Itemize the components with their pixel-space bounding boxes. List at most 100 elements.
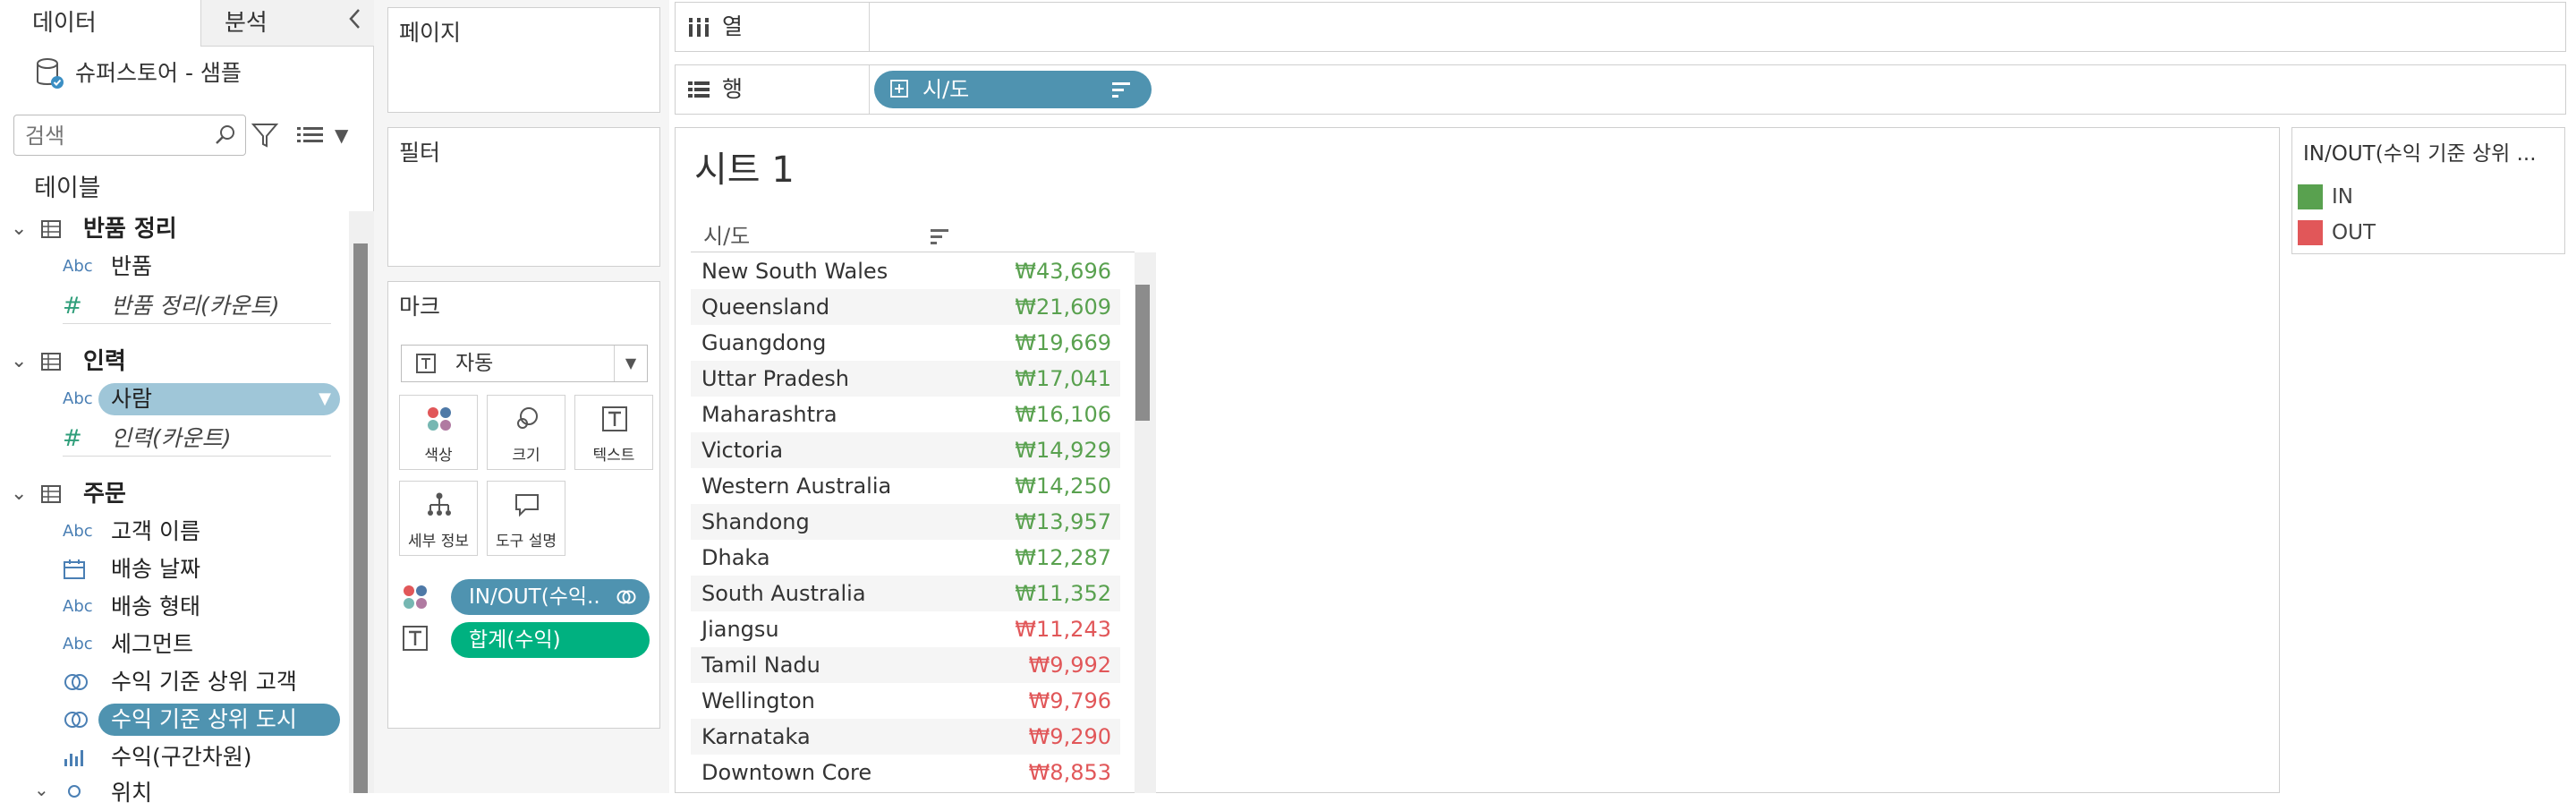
table-row[interactable]: Queensland ₩21,609 — [691, 289, 1120, 325]
state-name[interactable]: Guangdong — [701, 325, 826, 361]
chevron-down-icon[interactable]: ⌄ — [11, 347, 32, 376]
table-row[interactable]: Wellington ₩9,796 — [691, 683, 1120, 719]
sort-descending-icon[interactable] — [1110, 80, 1132, 99]
profit-value[interactable]: ₩11,243 — [1015, 611, 1111, 647]
table-row-people[interactable]: ⌄ 인력 — [0, 344, 349, 380]
state-name[interactable]: South Australia — [701, 576, 866, 611]
field-item-selected[interactable]: 수익 기준 상위 도시 — [0, 702, 349, 738]
table-row[interactable]: Guangdong ₩19,669 — [691, 325, 1120, 361]
mark-type-dropdown[interactable]: 자동 ▼ — [401, 345, 648, 382]
datasource-name[interactable]: 슈퍼스토어 - 샘플 — [75, 55, 242, 91]
profit-value[interactable]: ₩11,352 — [1015, 576, 1111, 611]
profit-value[interactable]: ₩9,290 — [1029, 719, 1111, 755]
text-pill-sum-profit[interactable]: 합계(수익) — [451, 622, 650, 658]
state-name[interactable]: New South Wales — [701, 253, 888, 289]
table-row-orders[interactable]: ⌄ 주문 — [0, 476, 349, 512]
detail-button[interactable]: 세부 정보 — [399, 481, 478, 556]
profit-value[interactable]: ₩9,796 — [1029, 683, 1111, 719]
field-item[interactable]: Abc 고객 이름 — [0, 514, 349, 550]
field-item[interactable]: 배송 날짜 — [0, 551, 349, 587]
state-name[interactable]: Jiangsu — [701, 611, 779, 647]
table-row[interactable]: Jiangsu ₩11,243 — [691, 611, 1120, 647]
chevron-down-icon[interactable]: ⌄ — [11, 480, 32, 508]
rows-pill-state[interactable]: 시/도 — [874, 71, 1152, 108]
table-row[interactable]: Tamil Nadu ₩9,992 — [691, 647, 1120, 683]
profit-value[interactable]: ₩13,957 — [1015, 504, 1111, 540]
table-row[interactable]: Maharashtra ₩16,106 — [691, 397, 1120, 432]
tab-data[interactable]: 데이터 — [0, 0, 201, 47]
state-name[interactable]: Maharashtra — [701, 397, 837, 432]
field-item[interactable]: # 반품 정리(카운트) — [0, 288, 349, 324]
field-search[interactable] — [13, 115, 246, 156]
field-item[interactable]: Abc 배송 형태 — [0, 589, 349, 625]
tooltip-button[interactable]: 도구 설명 — [487, 481, 565, 556]
label-button[interactable]: 텍스트 — [574, 395, 653, 470]
state-name[interactable]: Victoria — [701, 432, 783, 468]
search-input[interactable] — [23, 121, 206, 151]
state-name[interactable]: Uttar Pradesh — [701, 361, 849, 397]
table-row[interactable]: Victoria ₩14,929 — [691, 432, 1120, 468]
field-item-selected[interactable]: Abc ▼ 사람 — [0, 381, 349, 417]
field-item[interactable]: 수익(구간차원) — [0, 739, 349, 775]
state-name[interactable]: Downtown Core — [701, 755, 871, 790]
field-item[interactable]: 수익 기준 상위 고객 — [0, 664, 349, 700]
table-row[interactable]: Shandong ₩13,957 — [691, 504, 1120, 540]
list-view-icon[interactable] — [295, 122, 326, 149]
chevron-down-icon[interactable]: ⌄ — [11, 215, 32, 243]
table-row-returns[interactable]: ⌄ 반품 정리 — [0, 211, 349, 247]
profit-value[interactable]: ₩19,669 — [1015, 325, 1111, 361]
field-item[interactable]: Abc 세그먼트 — [0, 627, 349, 662]
profit-value[interactable]: ₩16,106 — [1015, 397, 1111, 432]
collapse-pane-button[interactable] — [340, 7, 370, 38]
profit-value[interactable]: ₩14,929 — [1015, 432, 1111, 468]
profit-value[interactable]: ₩17,041 — [1015, 361, 1111, 397]
profit-value[interactable]: ₩21,609 — [1015, 289, 1111, 325]
legend-label-out[interactable]: OUT — [2332, 215, 2376, 251]
sort-descending-icon[interactable] — [929, 226, 950, 247]
table-row[interactable]: Downtown Core ₩8,853 — [691, 755, 1120, 790]
legend-swatch-in[interactable] — [2298, 184, 2323, 209]
profit-value[interactable]: ₩9,992 — [1029, 647, 1111, 683]
color-pill-inout[interactable]: IN/OUT(수익.. — [451, 579, 650, 615]
profit-value[interactable]: ₩14,250 — [1015, 468, 1111, 504]
search-icon[interactable] — [213, 123, 238, 148]
table-row[interactable]: Karnataka ₩9,290 — [691, 719, 1120, 755]
columns-shelf[interactable]: 열 — [675, 2, 2566, 52]
expand-plus-icon[interactable] — [890, 80, 908, 98]
caret-down-icon[interactable]: ▼ — [335, 122, 358, 149]
caret-down-icon[interactable]: ▼ — [614, 346, 647, 381]
color-button[interactable]: 색상 — [399, 395, 478, 470]
row-header-field[interactable] — [691, 220, 1135, 252]
scrollbar-thumb[interactable] — [353, 243, 368, 793]
size-button[interactable]: 크기 — [487, 395, 565, 470]
caret-down-icon[interactable]: ▼ — [319, 383, 331, 415]
pages-card[interactable]: 페이지 — [387, 7, 660, 113]
table-row[interactable]: Uttar Pradesh ₩17,041 — [691, 361, 1120, 397]
state-name[interactable]: Dhaka — [701, 540, 770, 576]
state-name[interactable]: Shandong — [701, 504, 810, 540]
table-row[interactable]: Dhaka ₩12,287 — [691, 540, 1120, 576]
field-item[interactable]: # 인력(카운트) — [0, 421, 349, 457]
field-item[interactable]: Abc 반품 — [0, 249, 349, 285]
field-item[interactable]: ⌄ 위치 — [0, 775, 349, 811]
state-name[interactable]: Queensland — [701, 289, 829, 325]
table-row[interactable]: Western Australia ₩14,250 — [691, 468, 1120, 504]
state-name[interactable]: Tamil Nadu — [701, 647, 820, 683]
legend-title[interactable]: IN/OUT(수익 기준 상위 ... — [2303, 136, 2559, 172]
profit-value[interactable]: ₩43,696 — [1015, 253, 1111, 289]
chevron-down-icon[interactable]: ⌄ — [34, 779, 49, 800]
scrollbar-thumb[interactable] — [1135, 285, 1150, 421]
filters-card[interactable]: 필터 — [387, 127, 660, 267]
field-label: 위치 — [111, 780, 153, 806]
legend-swatch-out[interactable] — [2298, 220, 2323, 245]
sheet-title[interactable]: 시트 1 — [694, 145, 795, 195]
profit-value[interactable]: ₩8,853 — [1029, 755, 1111, 790]
state-name[interactable]: Western Australia — [701, 468, 891, 504]
profit-value[interactable]: ₩12,287 — [1015, 540, 1111, 576]
table-row[interactable]: South Australia ₩11,352 — [691, 576, 1120, 611]
state-name[interactable]: Wellington — [701, 683, 815, 719]
state-name[interactable]: Karnataka — [701, 719, 811, 755]
filter-icon[interactable] — [250, 120, 280, 150]
table-row[interactable]: New South Wales ₩43,696 — [691, 253, 1120, 289]
legend-label-in[interactable]: IN — [2332, 179, 2353, 215]
